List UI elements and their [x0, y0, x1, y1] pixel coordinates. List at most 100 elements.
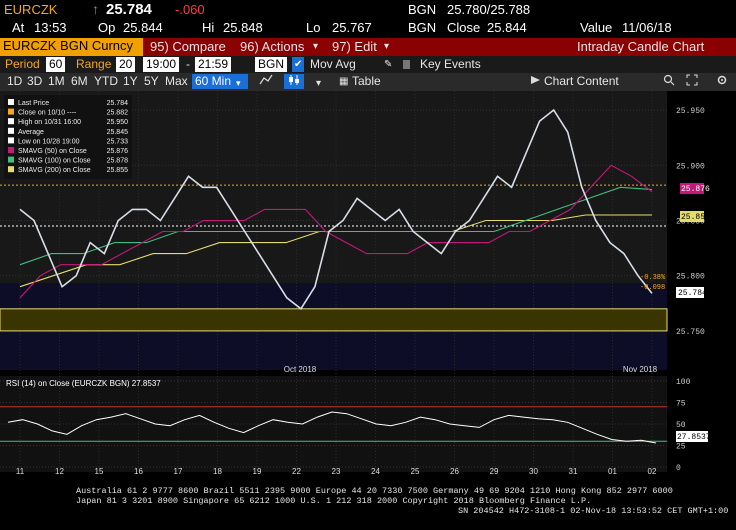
x-tick-label: 23 — [332, 467, 341, 476]
legend-value: 25.878 — [107, 158, 129, 165]
abs-change-label: -0.098 — [640, 284, 665, 292]
table-button[interactable]: Table — [349, 74, 384, 89]
open-label: Op — [98, 20, 116, 35]
legend-box: Last Price 25.784 Close on 10/10 ---- 25.88… — [4, 95, 132, 179]
range-to-field[interactable]: 21:59 — [195, 57, 232, 72]
x-tick-label: 15 — [95, 467, 104, 476]
legend-label: Low on 10/28 19:00 — [18, 138, 80, 145]
footer: Australia 61 2 9777 8600 Brazil 5511 239… — [0, 486, 736, 530]
edit-dropdown-icon[interactable]: ▾ — [384, 41, 389, 52]
up-arrow-icon: ↑ — [92, 1, 99, 17]
value-label: Value — [580, 20, 613, 35]
tab-5y[interactable]: 5Y — [141, 74, 162, 89]
tab-1d[interactable]: 1D — [4, 74, 25, 89]
x-group-label: Oct 2018 — [284, 365, 317, 374]
net-change: -.060 — [175, 2, 205, 17]
key-events-label[interactable]: Key Events — [417, 57, 484, 72]
actions-dropdown-icon[interactable]: ▾ — [313, 41, 318, 52]
x-tick-label: 16 — [134, 467, 143, 476]
support-band-rect — [0, 308, 668, 332]
rsi-tick-label: 25 — [676, 443, 686, 452]
x-tick-label: 17 — [174, 467, 183, 476]
key-events-checkbox-icon[interactable] — [403, 60, 410, 69]
x-tick-label: 31 — [569, 467, 578, 476]
rsi-tick-label: 50 — [676, 421, 686, 430]
legend-value: 25.855 — [107, 167, 129, 174]
tab-ytd[interactable]: YTD — [91, 74, 121, 89]
mov-avg-edit-icon[interactable]: ✎ — [381, 57, 395, 72]
chart-area[interactable]: 25.75025.80025.85025.90025.950 025507510… — [0, 91, 736, 486]
mov-avg-checkbox-icon[interactable]: ✔ — [292, 57, 305, 72]
legend-value: 25.950 — [107, 119, 129, 126]
open-value: 25.844 — [123, 20, 163, 35]
tab-max[interactable]: Max — [162, 74, 191, 89]
actions-button[interactable]: 96) Actions — [240, 39, 304, 54]
x-tick-label: 25 — [411, 467, 420, 476]
x-tick-label: 26 — [450, 467, 459, 476]
pct-change-label: -0.38% — [640, 274, 666, 282]
search-icon[interactable] — [660, 74, 678, 89]
range-bar: Period 60 Range 20 19:00 - 21:59 BGN ✔ M… — [0, 56, 736, 73]
close-label: Close — [447, 20, 481, 35]
legend-value: 25.784 — [107, 100, 129, 107]
time-value: 13:53 — [34, 20, 67, 35]
legend-swatch — [8, 147, 14, 153]
x-tick-label: 19 — [253, 467, 262, 476]
tab-6m[interactable]: 6M — [68, 74, 91, 89]
last-sma50-value: 25.876 — [681, 185, 710, 194]
price-tick-label: 25.750 — [676, 328, 705, 337]
legend-swatch — [8, 156, 14, 163]
rsi-tick-label: 75 — [676, 400, 686, 409]
mov-avg-label[interactable]: Mov Avg — [307, 57, 359, 72]
compare-button[interactable]: 95) Compare — [150, 39, 226, 54]
chart-content-button[interactable]: Chart Content — [541, 74, 622, 89]
x-tick-label: 24 — [371, 467, 380, 476]
legend-swatch — [8, 108, 14, 115]
security-field[interactable]: EURCZK BGN Curncy — [0, 38, 143, 56]
legend-label: SMAVG (100) on Close — [18, 158, 91, 165]
interval-chevron-down-icon[interactable]: ▾ — [233, 76, 244, 91]
source-field[interactable]: BGN — [255, 57, 288, 72]
x-tick-label: 29 — [490, 467, 499, 476]
settings-icon[interactable] — [713, 74, 731, 89]
close-value: 25.844 — [487, 20, 527, 35]
toolbar: EURCZK BGN Curncy 95) Compare 96) Action… — [0, 38, 736, 56]
low-label: Lo — [306, 20, 321, 35]
legend-label: High on 10/31 16:00 — [18, 119, 81, 126]
x-tick-label: 22 — [292, 467, 301, 476]
tab-1m[interactable]: 1M — [45, 74, 68, 89]
quote-header: EURCZK ↑ 25.784 -.060 At 13:53 Op 25.844… — [0, 0, 736, 38]
candle-chart-icon[interactable] — [284, 74, 304, 89]
time-label: At — [12, 20, 25, 35]
price-tick-label: 25.800 — [676, 273, 705, 282]
expand-icon[interactable] — [683, 74, 701, 89]
range-from-field[interactable]: 19:00 — [143, 57, 180, 72]
range-field[interactable]: 20 — [116, 57, 136, 72]
source-label: BGN — [408, 2, 437, 17]
range-separator: - — [186, 57, 190, 71]
x-group-label: Nov 2018 — [623, 365, 658, 374]
tab-3d[interactable]: 3D — [24, 74, 45, 89]
period-label: Period — [5, 57, 40, 71]
legend-label: Average — [18, 129, 44, 136]
last-price: 25.784 — [106, 1, 152, 18]
last-price-value: 25.784 — [678, 289, 707, 298]
high-label: Hi — [202, 20, 215, 35]
legend-label: SMAVG (50) on Close — [18, 148, 87, 155]
low-value: 25.767 — [332, 20, 372, 35]
legend-label: SMAVG (200) on Close — [18, 167, 91, 174]
x-tick-label: 30 — [529, 467, 538, 476]
tab-1y[interactable]: 1Y — [120, 74, 141, 89]
edit-button[interactable]: 97) Edit — [332, 39, 377, 54]
period-field[interactable]: 60 — [46, 57, 66, 72]
chart-type-dropdown-icon[interactable]: ▾ — [313, 76, 324, 91]
tab-bar: 1D 3D 1M 6M YTD 1Y 5Y Max 60 Min ▾ ▾ ▦ T… — [0, 73, 736, 91]
legend-value: 25.845 — [107, 129, 129, 136]
x-tick-label: 18 — [213, 467, 222, 476]
footer-line-3: SN 204542 H472-3108-1 02-Nov-18 13:53:52… — [458, 506, 729, 516]
footer-line-2: Japan 81 3 3201 8900 Singapore 65 6212 1… — [76, 496, 592, 506]
legend-swatch — [8, 166, 14, 173]
line-chart-icon[interactable] — [256, 74, 276, 89]
chart-title: Intraday Candle Chart — [577, 39, 705, 54]
range-label: Range — [76, 57, 112, 71]
